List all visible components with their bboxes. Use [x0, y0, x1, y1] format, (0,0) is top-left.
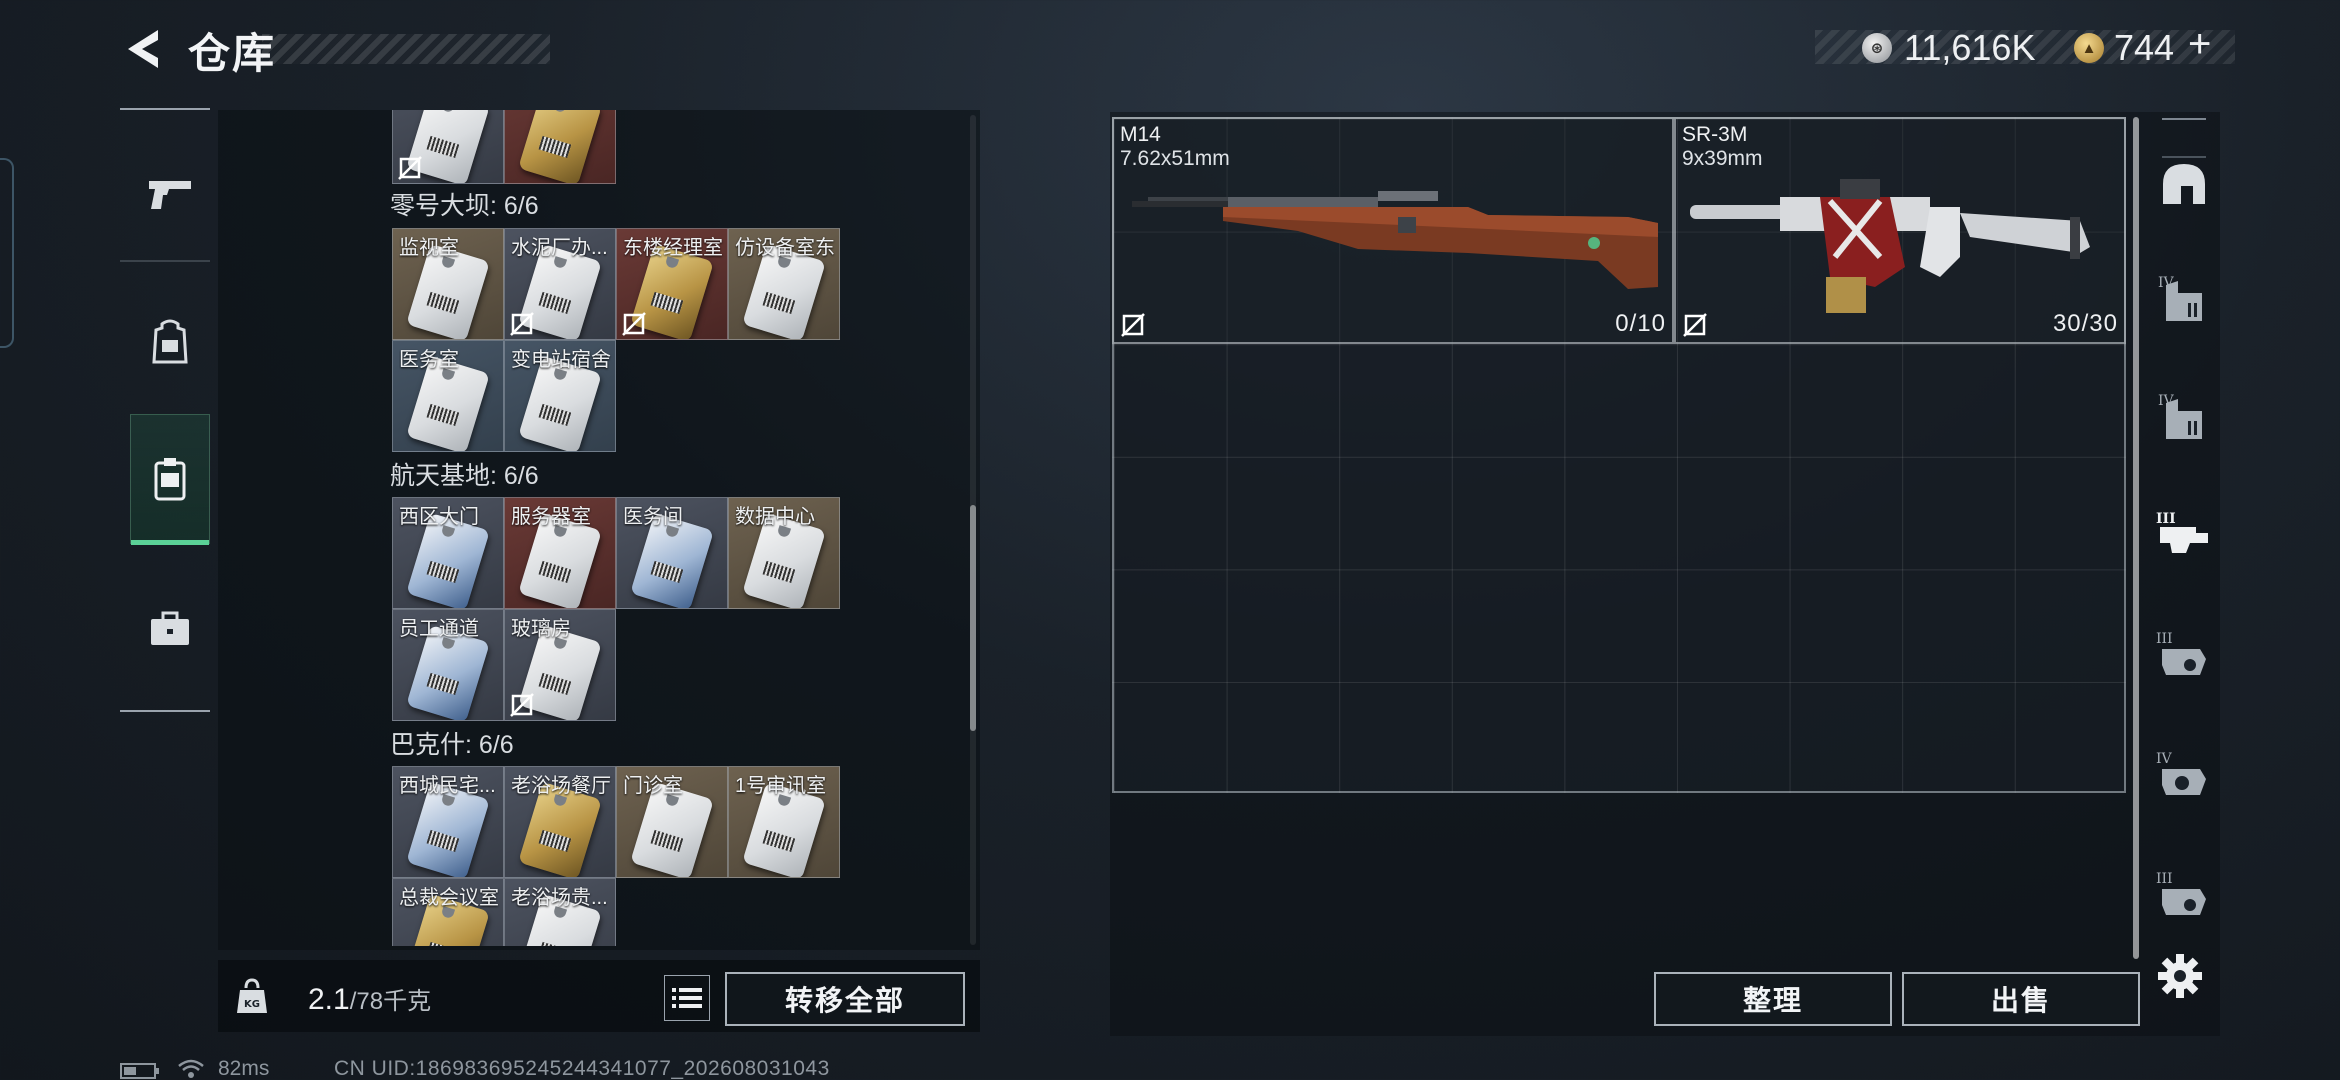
stash-scrollbar[interactable]	[2133, 117, 2139, 959]
no-sale-icon	[510, 312, 534, 336]
keycard-item[interactable]: 1号审讯室	[728, 766, 840, 878]
armor-rig-icon: IV	[2158, 275, 2202, 321]
map-group-title: 航天基地: 6/6	[390, 462, 539, 490]
equipment-filter-column: IV IV III III IV III	[2148, 112, 2220, 1032]
keycard-item[interactable]: 水泥厂办...	[504, 228, 616, 340]
keycard-item[interactable]: 西城民宅...	[392, 766, 504, 878]
coin-icon: ⊛	[1862, 33, 1892, 63]
filter-carrier-iii-2[interactable]: III	[2154, 864, 2214, 924]
sort-button[interactable]: 整理	[1654, 972, 1892, 1026]
keycard-item[interactable]: 西区大门	[392, 497, 504, 609]
wifi-icon	[178, 1059, 204, 1078]
svg-text:IV: IV	[2156, 751, 2173, 767]
user-uid: CN UID:186983695245244341077_20260803104…	[334, 1057, 830, 1080]
keycard-item[interactable]: 变电站宿舍	[504, 340, 616, 452]
keycard-item[interactable]: 总裁会议室	[392, 878, 504, 946]
weight-readout: 2.1/78千克	[308, 981, 431, 1017]
max-weight: /78千克	[349, 988, 432, 1015]
svg-text:III: III	[2156, 871, 2173, 887]
keycard-item[interactable]: 医务间	[616, 497, 728, 609]
keycard-item[interactable]: 医务室	[392, 340, 504, 452]
no-sale-icon	[1121, 313, 1145, 337]
svg-text:III: III	[2156, 631, 2173, 647]
armor-carrier-icon: IV	[2156, 751, 2206, 795]
ammo-count: 30/30	[2052, 310, 2118, 337]
nav-item-weapons[interactable]	[130, 128, 210, 258]
filter-carrier-iv[interactable]: IV	[2154, 744, 2214, 804]
nav-item-gear[interactable]	[130, 276, 210, 406]
keycard-item[interactable]: 门诊室	[616, 766, 728, 878]
weapon-name: M14	[1120, 123, 1161, 146]
back-button[interactable]	[118, 24, 168, 74]
no-sale-icon	[1683, 313, 1707, 337]
armor-carrier-icon: III	[2156, 871, 2206, 915]
filter-armor-iv-2[interactable]: IV	[2154, 386, 2214, 446]
category-nav	[120, 108, 210, 714]
svg-text:KG: KG	[244, 999, 260, 1010]
keycard-slot[interactable]	[392, 110, 504, 184]
ping-readout: 82ms	[218, 1057, 270, 1080]
coin-balance: 11,616K	[1904, 27, 2036, 68]
no-sale-icon	[622, 312, 646, 336]
sell-button[interactable]: 出售	[1902, 972, 2140, 1026]
map-group-title: 巴克什: 6/6	[390, 731, 514, 759]
keycard-item[interactable]: 服务器室	[504, 497, 616, 609]
weapon-name: SR-3M	[1682, 123, 1748, 146]
filter-armor-iii[interactable]: III	[2154, 504, 2214, 564]
no-sale-icon	[398, 156, 422, 180]
keycard-item[interactable]: 监视室	[392, 228, 504, 340]
keycard-slot[interactable]	[504, 110, 616, 184]
keycard-list[interactable]: 零号大坝: 6/6 监视室 水泥厂办... 东楼经理室 仿设备室东 医务室 变电…	[390, 110, 970, 946]
inventory-scrollbar-thumb[interactable]	[970, 505, 976, 731]
briefcase-icon	[151, 611, 189, 645]
list-icon	[672, 988, 702, 1008]
side-drawer-handle[interactable]	[0, 158, 14, 348]
keycard-item[interactable]: 仿设备室东	[728, 228, 840, 340]
keycard-item[interactable]: 员工通道	[392, 609, 504, 721]
weapon-slot-sr3m[interactable]: SR-3M 9x39mm 30/30	[1674, 117, 2126, 344]
svg-text:III: III	[2156, 511, 2176, 527]
filter-helmet[interactable]	[2154, 154, 2214, 214]
armor-carrier-icon: III	[2156, 631, 2206, 675]
weight-icon: KG	[237, 978, 267, 1013]
keycard-item[interactable]: 老浴场贵...	[504, 878, 616, 946]
armor-plate-icon: III	[2156, 511, 2208, 553]
nav-item-items[interactable]	[130, 564, 210, 694]
armor-rig-icon: IV	[2158, 393, 2202, 439]
helmet-icon	[2163, 164, 2205, 204]
pistol-icon	[149, 181, 191, 209]
title-stripe-decoration	[262, 34, 550, 64]
current-weight: 2.1	[308, 983, 350, 1016]
token-icon: ▲	[2074, 33, 2104, 63]
keycard-item[interactable]: 老浴场餐厅	[504, 766, 616, 878]
token-balance: 744	[2114, 27, 2175, 68]
filter-carrier-iii[interactable]: III	[2154, 624, 2214, 684]
transfer-all-button[interactable]: 转移全部	[725, 972, 965, 1026]
backpack-icon	[152, 319, 188, 364]
keycard-case-icon	[154, 458, 186, 501]
map-group-title: 零号大坝: 6/6	[390, 192, 539, 220]
keycard-item[interactable]: 数据中心	[728, 497, 840, 609]
battery-icon	[120, 1063, 159, 1079]
weapon-slot-m14[interactable]: M14 7.62x51mm 0/10	[1112, 117, 1674, 344]
filter-armor-iv[interactable]: IV	[2154, 268, 2214, 328]
keycard-item[interactable]: 东楼经理室	[616, 228, 728, 340]
sr3m-rifle-image	[1690, 179, 2090, 313]
m14-rifle-image	[1132, 191, 1658, 289]
list-view-button[interactable]	[664, 975, 710, 1021]
weapon-caliber: 7.62x51mm	[1120, 147, 1230, 170]
no-sale-icon	[510, 693, 534, 717]
settings-gear-icon[interactable]	[2156, 952, 2204, 1000]
ammo-count: 0/10	[1615, 310, 1666, 337]
add-token-button[interactable]: +	[2188, 22, 2211, 67]
keycard-item[interactable]: 玻璃房	[504, 609, 616, 721]
nav-item-keycards[interactable]	[130, 414, 210, 545]
